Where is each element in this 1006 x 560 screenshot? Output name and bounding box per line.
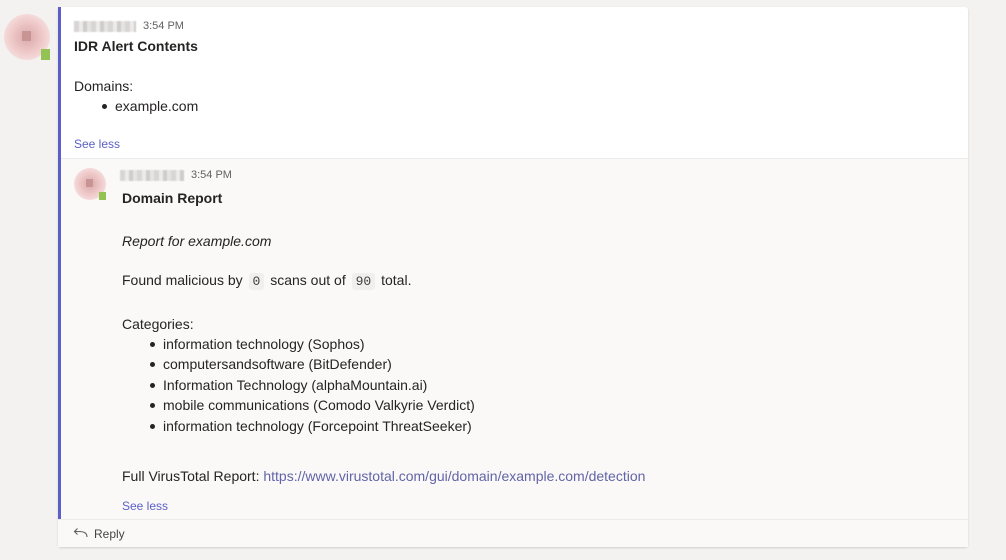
- category-value: information technology (Forcepoint Threa…: [163, 418, 472, 434]
- category-list-item: mobile communications (Comodo Valkyrie V…: [150, 397, 475, 413]
- reply-label: Reply: [94, 527, 125, 541]
- report-subtitle: Report for example.com: [122, 233, 272, 249]
- presence-available-icon: [41, 49, 50, 60]
- thread-accent-bar: [58, 7, 61, 519]
- summary-middle: scans out of: [270, 272, 346, 288]
- category-value: computersandsoftware (BitDefender): [163, 356, 392, 372]
- reply-sender-avatar[interactable]: [74, 168, 106, 200]
- category-list-item: computersandsoftware (BitDefender): [150, 356, 392, 372]
- category-list-item: information technology (Forcepoint Threa…: [150, 418, 472, 434]
- malicious-summary: Found malicious by 0 scans out of 90 tot…: [122, 272, 412, 290]
- full-report-label: Full VirusTotal Report:: [122, 468, 260, 484]
- malicious-count: 0: [248, 273, 265, 290]
- virustotal-report-link[interactable]: https://www.virustotal.com/gui/domain/ex…: [263, 468, 645, 484]
- category-list-item: Information Technology (alphaMountain.ai…: [150, 377, 427, 393]
- total-count: 90: [351, 273, 376, 290]
- avatar-image: [22, 31, 31, 41]
- domain-value: example.com: [115, 98, 199, 114]
- domains-label: Domains:: [74, 78, 134, 94]
- reply-timestamp: 3:54 PM: [191, 169, 232, 181]
- reply-title: Domain Report: [122, 190, 223, 206]
- avatar-image: [86, 179, 93, 187]
- message-timestamp: 3:54 PM: [143, 20, 184, 32]
- see-less-link[interactable]: See less: [74, 137, 120, 151]
- bullet-icon: [150, 382, 155, 388]
- reply-see-less-link[interactable]: See less: [122, 499, 168, 513]
- summary-suffix: total.: [381, 272, 412, 288]
- bullet-icon: [150, 361, 155, 367]
- message-title: IDR Alert Contents: [74, 38, 198, 54]
- bullet-icon: [150, 402, 155, 408]
- reply-footer: [58, 519, 968, 547]
- reply-sender-name-redacted: [120, 170, 184, 181]
- bullet-icon: [150, 341, 155, 347]
- presence-available-icon: [99, 192, 106, 200]
- full-report-line: Full VirusTotal Report: https://www.viru…: [122, 468, 645, 484]
- reply-arrow-icon: [72, 527, 88, 541]
- sender-avatar[interactable]: [4, 14, 50, 60]
- summary-prefix: Found malicious by: [122, 272, 243, 288]
- sender-name-redacted: [74, 21, 136, 32]
- category-value: information technology (Sophos): [163, 336, 365, 352]
- category-list-item: information technology (Sophos): [150, 336, 365, 352]
- bullet-icon: [150, 423, 155, 429]
- reply-button[interactable]: Reply: [72, 525, 125, 543]
- categories-label: Categories:: [122, 316, 194, 332]
- bullet-icon: [102, 103, 107, 109]
- category-value: Information Technology (alphaMountain.ai…: [163, 377, 428, 393]
- domain-list-item: example.com: [102, 98, 198, 114]
- category-value: mobile communications (Comodo Valkyrie V…: [163, 397, 475, 413]
